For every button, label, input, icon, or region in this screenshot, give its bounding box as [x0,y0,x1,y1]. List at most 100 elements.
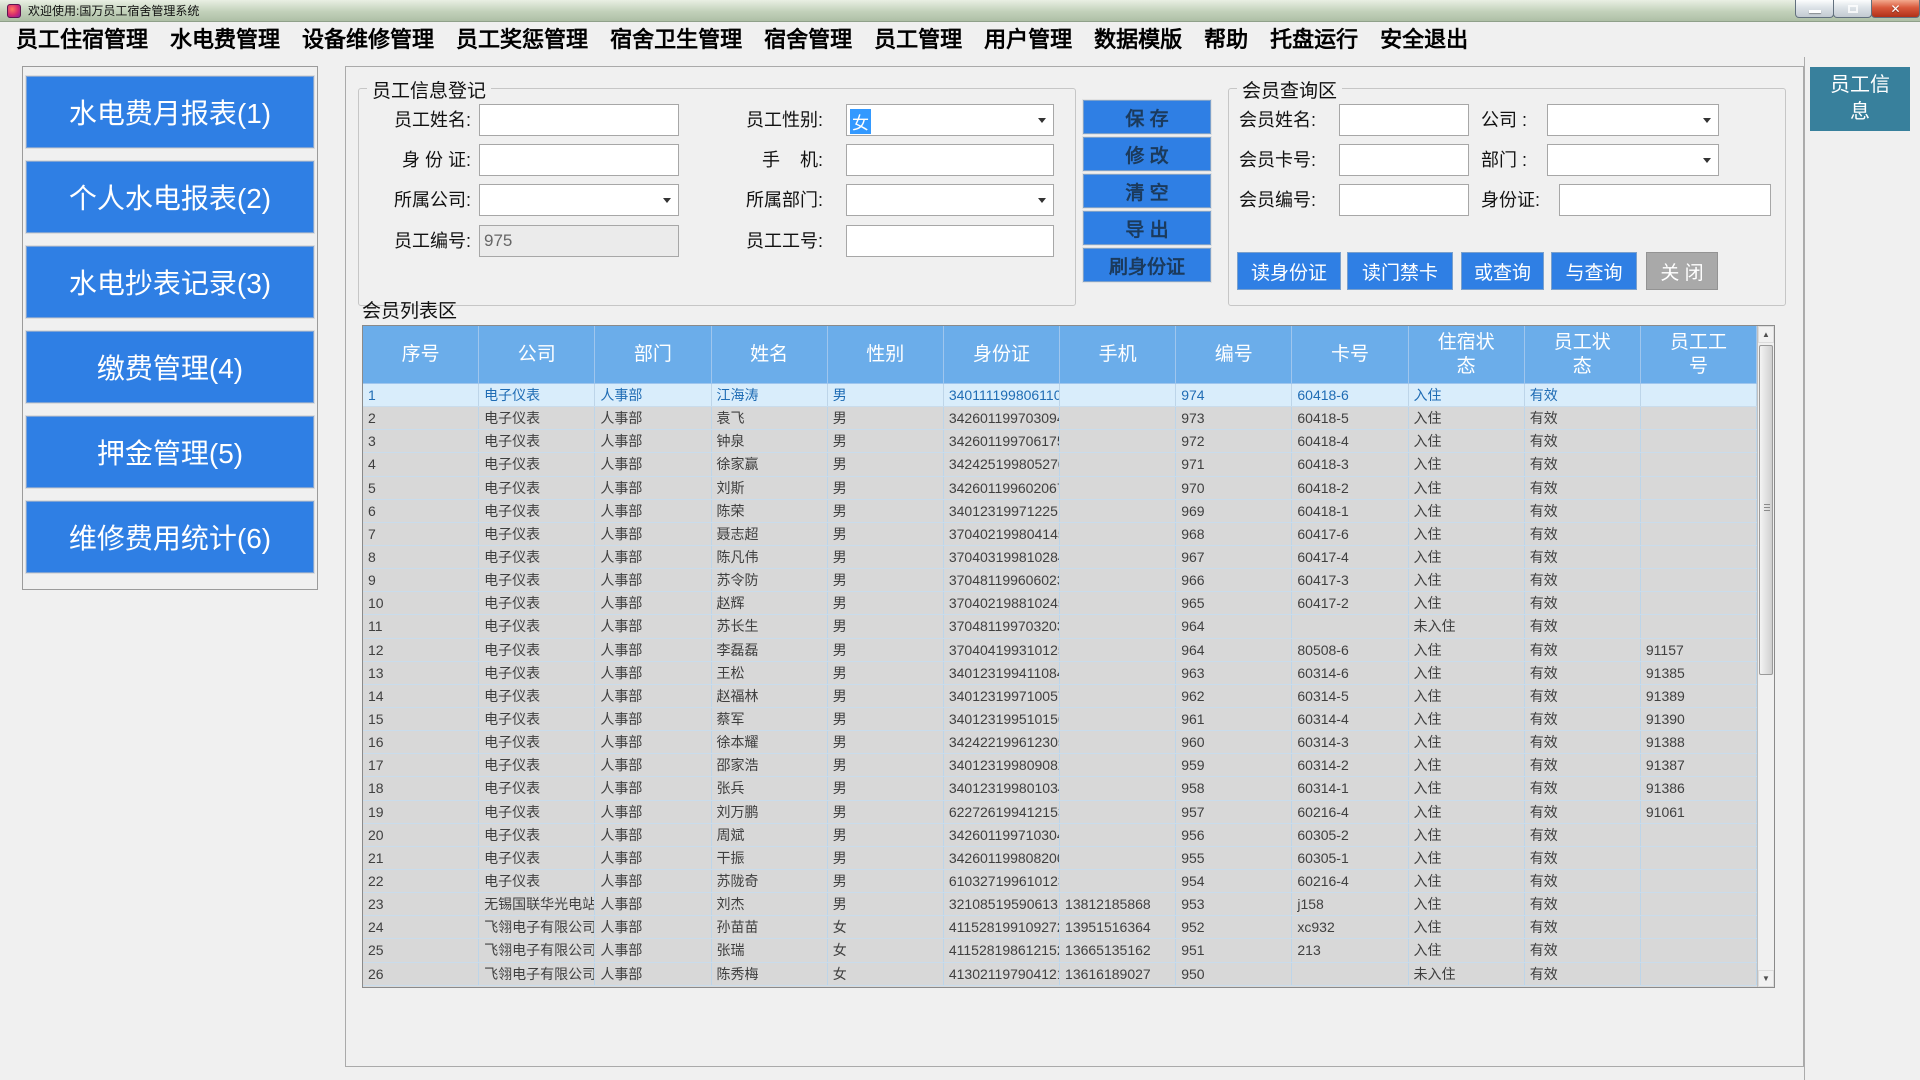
employee-workno-input[interactable] [846,225,1054,257]
column-header-7[interactable]: 手机 [1060,326,1176,384]
table-row[interactable]: 2电子仪表人事部袁飞男3426011997030946...97360418-5… [363,407,1757,430]
member-card-input[interactable] [1339,144,1469,176]
modify-button[interactable]: 修 改 [1083,137,1211,171]
menu-item-4[interactable]: 员工奖惩管理 [445,22,599,57]
column-header-9[interactable]: 卡号 [1292,326,1408,384]
column-header-12[interactable]: 员工工 号 [1641,326,1757,384]
employee-gender-select[interactable]: 女 [846,104,1054,136]
table-cell [1641,592,1757,614]
menu-item-1[interactable]: 员工住宿管理 [5,22,159,57]
table-cell: 女 [828,939,944,961]
table-row[interactable]: 24飞翎电子有限公司人事部孙苗苗女4115281991092729...1395… [363,916,1757,939]
table-cell: 3401231995101562... [944,708,1060,730]
read-id-card-button[interactable]: 读身份证 [1237,252,1341,290]
scroll-up-button[interactable]: ▲ [1758,326,1774,343]
employee-company-select[interactable] [479,184,679,216]
table-row[interactable]: 3电子仪表人事部钟泉男3426011997061753...97260418-4… [363,430,1757,453]
sidebar-button-6[interactable]: 维修费用统计(6) [26,501,314,573]
and-query-button[interactable]: 与查询 [1551,252,1637,290]
table-row[interactable]: 6电子仪表人事部陈荣男3401231997122516...96960418-1… [363,500,1757,523]
menu-item-2[interactable]: 水电费管理 [159,22,291,57]
table-row[interactable]: 21电子仪表人事部干振男3426011998082002...95560305-… [363,847,1757,870]
employee-info-button[interactable]: 员工信息 [1810,67,1910,131]
sidebar-button-2[interactable]: 个人水电报表(2) [26,161,314,233]
table-row[interactable]: 13电子仪表人事部王松男3401231994110848...96360314-… [363,662,1757,685]
table-row[interactable]: 14电子仪表人事部赵福林男3401231997100572...96260314… [363,685,1757,708]
close-button[interactable]: ✕ [1871,0,1920,18]
column-header-3[interactable]: 部门 [595,326,711,384]
menu-item-12[interactable]: 安全退出 [1369,22,1479,57]
column-header-10[interactable]: 住宿状 态 [1409,326,1525,384]
table-row[interactable]: 10电子仪表人事部赵辉男3704021988102453...96560417-… [363,592,1757,615]
column-header-1[interactable]: 序号 [363,326,479,384]
menu-item-10[interactable]: 帮助 [1193,22,1259,57]
table-row[interactable]: 18电子仪表人事部张兵男3401231998010348...95860314-… [363,777,1757,800]
scrollbar-thumb[interactable] [1759,345,1773,675]
table-row[interactable]: 17电子仪表人事部邵家浩男3401231998090820...95960314… [363,754,1757,777]
table-row[interactable]: 19电子仪表人事部刘万鹏男6227261994121530...95760216… [363,801,1757,824]
sidebar-button-5[interactable]: 押金管理(5) [26,416,314,488]
menu-item-9[interactable]: 数据模版 [1083,22,1193,57]
scroll-down-button[interactable]: ▼ [1758,970,1774,987]
read-door-card-button[interactable]: 读门禁卡 [1347,252,1453,290]
menu-item-3[interactable]: 设备维修管理 [291,22,445,57]
table-cell: 60417-6 [1292,523,1408,545]
table-cell: 入住 [1409,407,1525,429]
employee-name-input[interactable] [479,104,679,136]
table-row[interactable]: 4电子仪表人事部徐家赢男3424251998052705...97160418-… [363,453,1757,476]
menu-item-11[interactable]: 托盘运行 [1259,22,1369,57]
table-cell: 男 [828,824,944,846]
table-row[interactable]: 15电子仪表人事部蔡军男3401231995101562...96160314-… [363,708,1757,731]
table-row[interactable]: 20电子仪表人事部周斌男3426011997103040...95660305-… [363,824,1757,847]
export-button[interactable]: 导 出 [1083,211,1211,245]
query-dept-select[interactable] [1547,144,1719,176]
clear-button[interactable]: 清 空 [1083,174,1211,208]
sidebar-button-1[interactable]: 水电费月报表(1) [26,76,314,148]
member-number-label: 会员编号: [1239,184,1339,216]
table-row[interactable]: 1电子仪表人事部江海涛男3401111998061105...97460418-… [363,384,1757,407]
minimize-button[interactable] [1795,0,1834,18]
table-cell: 电子仪表 [479,847,595,869]
scan-id-card-button[interactable]: 刷身份证 [1083,248,1211,282]
save-button[interactable]: 保 存 [1083,100,1211,134]
table-cell: 3401231998010348... [944,777,1060,799]
menu-item-6[interactable]: 宿舍管理 [753,22,863,57]
member-name-input[interactable] [1339,104,1469,136]
table-cell: 3426011996020671... [944,477,1060,499]
column-header-11[interactable]: 员工状 态 [1525,326,1641,384]
table-row[interactable]: 12电子仪表人事部李磊磊男3704041993101250...96480508… [363,639,1757,662]
table-row[interactable]: 11电子仪表人事部苏长生男3704811997032038...964未入住有效 [363,615,1757,638]
member-number-input[interactable] [1339,184,1469,216]
maximize-button[interactable] [1833,0,1872,18]
table-row[interactable]: 7电子仪表人事部聂志超男3704021998041453...96860417-… [363,523,1757,546]
table-row[interactable]: 26飞翎电子有限公司人事部陈秀梅女4130211979041219...1361… [363,963,1757,986]
column-header-8[interactable]: 编号 [1176,326,1292,384]
employee-dept-select[interactable] [846,184,1054,216]
table-row[interactable]: 9电子仪表人事部苏令防男3704811996060238...96660417-… [363,569,1757,592]
employee-id-input[interactable] [479,144,679,176]
menu-item-5[interactable]: 宿舍卫生管理 [599,22,753,57]
query-id-input[interactable] [1559,184,1771,216]
table-cell: 有效 [1525,870,1641,892]
table-row[interactable]: 8电子仪表人事部陈凡伟男3704031998102841...96760417-… [363,546,1757,569]
menu-item-8[interactable]: 用户管理 [973,22,1083,57]
employee-number-input[interactable] [479,225,679,257]
menu-item-7[interactable]: 员工管理 [863,22,973,57]
query-company-select[interactable] [1547,104,1719,136]
sidebar-button-4[interactable]: 缴费管理(4) [26,331,314,403]
table-row[interactable]: 5电子仪表人事部刘斯男3426011996020671...97060418-2… [363,477,1757,500]
close-panel-button[interactable]: 关 闭 [1646,252,1718,290]
table-row[interactable]: 23无锡国联华光电站...人事部刘杰男3210851959061318...13… [363,893,1757,916]
or-query-button[interactable]: 或查询 [1461,252,1544,290]
table-row[interactable]: 16电子仪表人事部徐本耀男3424221996123052...96060314… [363,731,1757,754]
column-header-6[interactable]: 身份证 [944,326,1060,384]
vertical-scrollbar[interactable]: ▲ ▼ [1757,326,1774,987]
column-header-5[interactable]: 性别 [828,326,944,384]
table-cell: 4130211979041219... [944,963,1060,985]
column-header-2[interactable]: 公司 [479,326,595,384]
table-row[interactable]: 25飞翎电子有限公司人事部张瑞女4115281986121529...13665… [363,939,1757,962]
table-row[interactable]: 22电子仪表人事部苏陇奇男6103271996101234...95460216… [363,870,1757,893]
sidebar-button-3[interactable]: 水电抄表记录(3) [26,246,314,318]
column-header-4[interactable]: 姓名 [712,326,828,384]
employee-phone-input[interactable] [846,144,1054,176]
